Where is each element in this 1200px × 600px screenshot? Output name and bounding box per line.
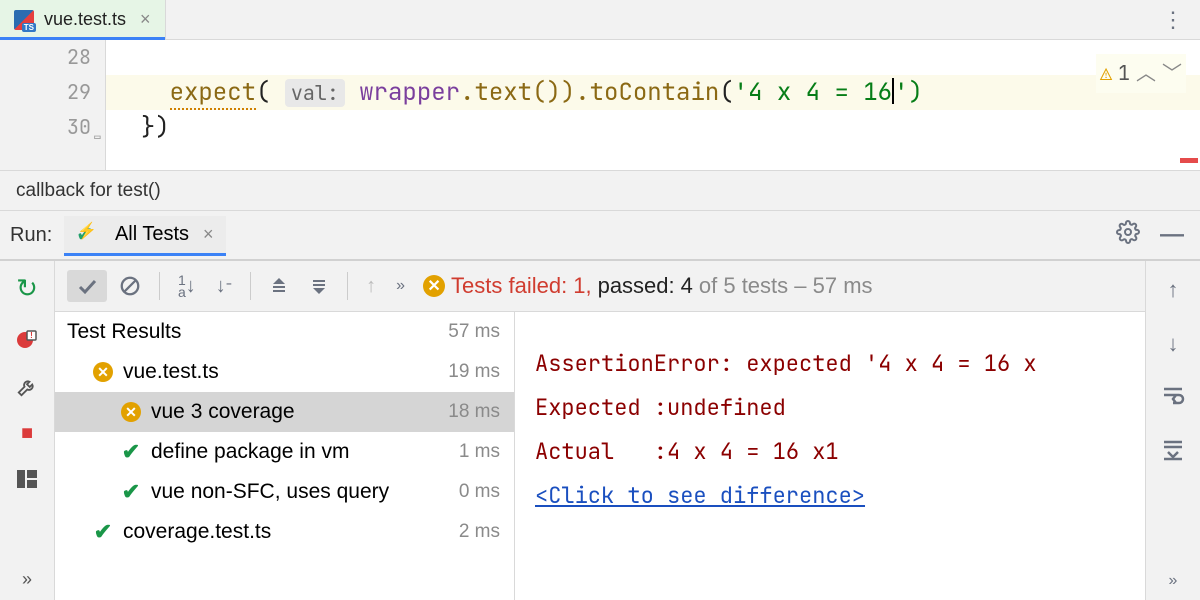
scroll-to-end-icon[interactable]: [1161, 439, 1185, 467]
run-config-name: All Tests: [115, 223, 189, 246]
gutter-line: 29: [0, 75, 91, 110]
code-editor[interactable]: 28 29 30 ▭ expect( val: wrapper.text()).…: [0, 40, 1200, 171]
tree-node[interactable]: ✔ vue non-SFC, uses query 0 ms: [55, 472, 514, 512]
more-icon[interactable]: »: [22, 569, 32, 590]
close-run-tab-icon[interactable]: ×: [203, 224, 214, 245]
gutter-line: 30 ▭: [0, 110, 91, 145]
inspection-widget[interactable]: ⚠ 1 ︿ ﹀: [1096, 54, 1186, 93]
run-left-toolbar: ↻ ! ■ »: [0, 261, 55, 600]
run-label: Run:: [10, 224, 52, 247]
toolbar-more-icon[interactable]: »: [388, 273, 413, 299]
code-area[interactable]: expect( val: wrapper.text()).toContain('…: [106, 40, 1200, 170]
warning-count: 1: [1118, 56, 1130, 91]
fold-marker-icon[interactable]: ▭: [87, 118, 101, 132]
inlay-hint: val:: [285, 79, 345, 107]
test-toolbar: 1a↓ ↓⁼ ↑ » ✕ Tests failed: 1, passed: 4 …: [55, 261, 1145, 312]
typescript-file-icon: [14, 10, 34, 30]
status-fail-icon: ✕: [423, 275, 445, 297]
scroll-up-icon[interactable]: ↑: [1168, 277, 1179, 303]
pass-icon: ✔: [119, 439, 143, 465]
rerun-icon[interactable]: ↻: [16, 273, 38, 304]
scroll-down-icon[interactable]: ↓: [1168, 331, 1179, 357]
tab-overflow-icon[interactable]: ⋮: [1146, 0, 1200, 39]
console-actual-label: Actual :: [535, 437, 667, 466]
settings-icon[interactable]: [1110, 220, 1146, 251]
run-config-tab[interactable]: ✔⚡ All Tests ×: [64, 216, 225, 256]
editor-tabbar: vue.test.ts × ⋮: [0, 0, 1200, 40]
error-stripe[interactable]: [1180, 158, 1198, 163]
breadcrumb-item[interactable]: callback for test(): [16, 180, 161, 202]
code-line-30: }): [106, 110, 1200, 145]
see-difference-link[interactable]: <Click to see difference>: [535, 481, 865, 510]
tree-node[interactable]: ✔ coverage.test.ts 2 ms: [55, 512, 514, 552]
console-error-line: AssertionError: expected '4 x 4 = 16 x: [535, 349, 1037, 378]
hide-tool-window-icon[interactable]: —: [1154, 221, 1190, 249]
sort-duration-icon[interactable]: ↓⁼: [208, 271, 240, 302]
tree-node[interactable]: ✔ define package in vm 1 ms: [55, 432, 514, 472]
fail-icon: ✕: [93, 362, 113, 382]
run-tool-header: Run: ✔⚡ All Tests × —: [0, 211, 1200, 261]
expand-all-icon[interactable]: [261, 272, 297, 300]
test-tree[interactable]: Test Results 57 ms ✕ vue.test.ts 19 ms ✕…: [55, 312, 515, 600]
bolt-icon: ⚡: [77, 221, 97, 241]
console-expected-label: Expected :: [535, 393, 667, 422]
soft-wrap-icon[interactable]: [1161, 385, 1185, 411]
layout-icon[interactable]: [16, 469, 38, 489]
prev-failed-icon[interactable]: ↑: [358, 271, 384, 302]
line-gutter: 28 29 30 ▭: [0, 40, 106, 170]
stop-icon[interactable]: ■: [21, 422, 33, 445]
tree-node[interactable]: ✕ vue 3 coverage 18 ms: [55, 392, 514, 432]
toggle-breakpoint-icon[interactable]: !: [15, 328, 39, 352]
run-right-toolbar: ↑ ↓ »: [1145, 261, 1200, 600]
test-console[interactable]: AssertionError: expected '4 x 4 = 16 x E…: [515, 312, 1145, 600]
svg-text:!: !: [30, 331, 33, 340]
close-tab-icon[interactable]: ×: [140, 9, 151, 30]
file-tab[interactable]: vue.test.ts ×: [0, 0, 166, 39]
code-line-28: [106, 40, 1200, 75]
run-tool-body: ↻ ! ■ » 1a↓ ↓⁼ ↑ » ✕ Tests failed:: [0, 261, 1200, 600]
show-passed-icon[interactable]: [67, 270, 107, 302]
code-line-29: expect( val: wrapper.text()).toContain('…: [106, 75, 1200, 110]
show-ignored-icon[interactable]: [111, 271, 149, 301]
prev-highlight-icon[interactable]: ︿: [1136, 56, 1156, 91]
collapse-all-icon[interactable]: [301, 272, 337, 300]
breadcrumb-bar[interactable]: callback for test(): [0, 171, 1200, 211]
file-tab-label: vue.test.ts: [44, 9, 126, 30]
gutter-line: 28: [0, 40, 91, 75]
pass-icon: ✔: [119, 479, 143, 505]
tree-root[interactable]: Test Results 57 ms: [55, 312, 514, 352]
test-status-summary: ✕ Tests failed: 1, passed: 4 of 5 tests …: [423, 273, 872, 299]
next-highlight-icon[interactable]: ﹀: [1162, 56, 1182, 91]
sort-alpha-icon[interactable]: 1a↓: [170, 270, 204, 302]
wrench-icon[interactable]: [16, 376, 38, 398]
fail-icon: ✕: [121, 402, 141, 422]
tree-node[interactable]: ✕ vue.test.ts 19 ms: [55, 352, 514, 392]
warning-icon: ⚠: [1100, 56, 1112, 91]
pass-icon: ✔: [91, 519, 115, 545]
more-icon[interactable]: »: [1169, 572, 1178, 590]
